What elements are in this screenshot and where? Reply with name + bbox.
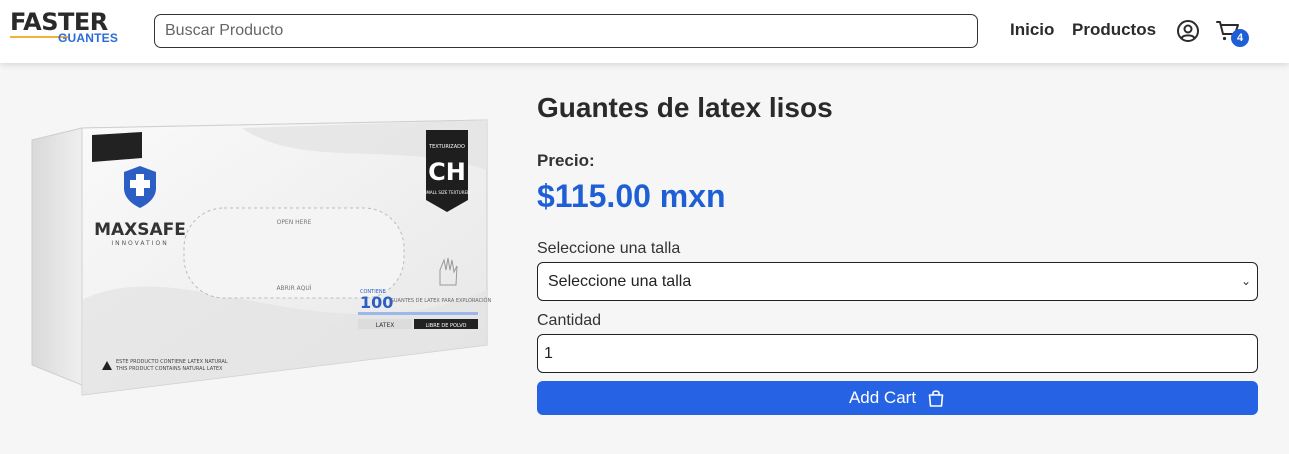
product-image: MAXSAFE INNOVATION OPEN HERE ABRIR AQUÍ … xyxy=(31,119,491,396)
box-brand-sub: INNOVATION xyxy=(111,240,168,247)
product-title: Guantes de latex lisos xyxy=(537,92,833,123)
box-powder-label: LIBRE DE POLVO xyxy=(426,323,467,329)
size-label: Seleccione una talla xyxy=(537,240,681,257)
box-latex-label: LATEX xyxy=(376,322,395,329)
quantity-label: Cantidad xyxy=(537,312,602,329)
nav-link-productos[interactable]: Productos xyxy=(1072,20,1156,40)
price-label: Precio: xyxy=(537,151,595,170)
product-price: $115.00 mxn xyxy=(537,178,726,214)
quantity-input[interactable] xyxy=(537,334,1258,373)
user-circle-icon[interactable] xyxy=(1176,19,1200,43)
box-count-desc: GUANTES DE LATEX PARA EXPLORACIÓN xyxy=(390,297,491,304)
box-size-tag-top: TEXTURIZADO xyxy=(428,144,465,150)
box-abrir-aqui: ABRIR AQUÍ xyxy=(276,285,311,292)
box-count: 100 xyxy=(360,293,393,312)
search-input[interactable] xyxy=(154,14,978,48)
brand-logo[interactable]: FASTER GUANTES xyxy=(10,9,130,49)
box-open-here: OPEN HERE xyxy=(277,219,312,226)
box-brand: MAXSAFE xyxy=(94,220,186,240)
add-cart-button[interactable]: Add Cart xyxy=(537,381,1258,415)
box-warning-en: THIS PRODUCT CONTAINS NATURAL LATEX xyxy=(115,366,223,372)
box-size-code: CH xyxy=(428,158,466,186)
chevron-down-icon: ⌄ xyxy=(1240,274,1251,288)
add-cart-label: Add Cart xyxy=(848,388,917,407)
cart-count-badge: 4 xyxy=(1231,29,1249,47)
size-select[interactable]: Seleccione una talla ⌄ xyxy=(537,262,1258,301)
shopping-bag-icon xyxy=(928,390,944,407)
box-warning-es: ESTE PRODUCTO CONTIENE LATEX NATURAL xyxy=(116,359,228,365)
top-navbar: FASTER GUANTES Inicio Productos 4 xyxy=(0,0,1289,63)
nav-link-inicio[interactable]: Inicio xyxy=(1010,20,1054,40)
logo-text-bottom: GUANTES xyxy=(58,31,119,45)
size-select-value: Seleccione una talla xyxy=(548,273,692,290)
box-size-tag-bottom: SMALL SIZE TEXTURED xyxy=(424,190,470,195)
